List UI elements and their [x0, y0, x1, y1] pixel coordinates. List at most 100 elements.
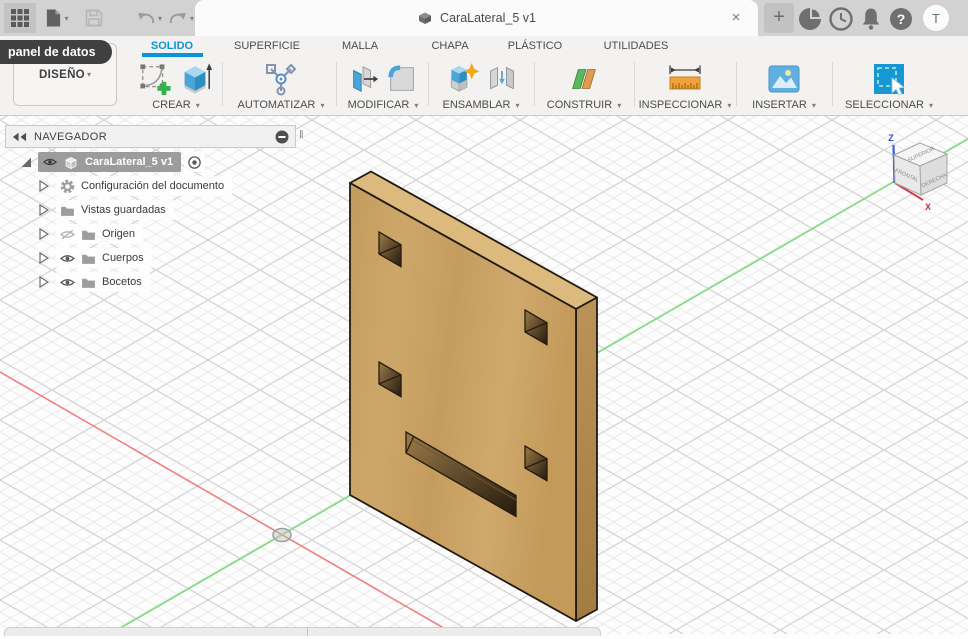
group-automatizar: AUTOMATIZAR ▾ [226, 58, 336, 114]
timeline-bar[interactable] [4, 627, 601, 636]
group-inspeccionar: INSPECCIONAR ▾ [636, 58, 734, 114]
undo-button[interactable]: ▾ [132, 3, 166, 33]
app-grid-button[interactable] [4, 3, 36, 33]
origin-marker[interactable] [272, 527, 292, 543]
collapsed-triangle-icon[interactable] [38, 204, 50, 216]
tab-superficie[interactable]: SUPERFICIE [234, 40, 300, 52]
tree-row-origen[interactable]: Origen [38, 223, 144, 245]
group-separator [534, 62, 535, 106]
seleccionar-dropdown[interactable]: SELECCIONAR ▾ [845, 99, 933, 114]
tree-row-cuerpos[interactable]: Cuerpos [38, 247, 152, 269]
tab-malla[interactable]: MALLA [342, 40, 378, 52]
file-menu-caret-icon: ▾ [64, 13, 69, 23]
tree-item-label[interactable]: Origen [102, 228, 135, 240]
folder-icon [82, 278, 95, 288]
active-tab-underline [142, 53, 203, 57]
visibility-eye-icon[interactable] [60, 253, 75, 264]
insertar-label: INSERTAR [752, 99, 807, 111]
tree-item-label[interactable]: CaraLateral_5 v1 [85, 156, 173, 168]
redo-icon [169, 13, 186, 24]
design-caret-icon: ▾ [86, 70, 91, 79]
tree-row-bocetos[interactable]: Bocetos [38, 271, 150, 293]
collapsed-triangle-icon[interactable] [38, 228, 50, 240]
app-grid-icon [11, 9, 29, 27]
collapsed-triangle-icon[interactable] [38, 252, 50, 264]
collapsed-triangle-icon[interactable] [38, 180, 50, 192]
construir-caret-icon: ▾ [617, 101, 622, 110]
radio-target-icon[interactable] [187, 155, 202, 170]
tree-item-label[interactable]: Bocetos [102, 276, 142, 288]
job-status-clock-icon[interactable] [828, 6, 854, 32]
modificar-dropdown[interactable]: MODIFICAR ▾ [348, 99, 419, 114]
navigator-title: NAVEGADOR [34, 130, 108, 143]
collapsed-triangle-icon[interactable] [38, 276, 50, 288]
automatizar-dropdown[interactable]: AUTOMATIZAR ▾ [238, 99, 325, 114]
redo-caret-icon: ▾ [189, 13, 194, 23]
new-component-icon[interactable] [445, 62, 481, 95]
visibility-off-eye-icon[interactable] [60, 229, 75, 240]
file-icon [47, 9, 61, 27]
save-icon [85, 9, 103, 27]
activate-component-radio[interactable] [184, 152, 206, 172]
automatizar-caret-icon: ▾ [320, 101, 325, 110]
tab-chapa[interactable]: CHAPA [431, 40, 468, 52]
group-seleccionar: SELECCIONAR ▾ [834, 58, 944, 114]
undo-caret-icon: ▾ [157, 13, 162, 23]
visibility-eye-icon[interactable] [43, 157, 57, 167]
insert-image-icon[interactable] [767, 64, 801, 94]
panel-resize-handle[interactable]: ‖ [299, 129, 304, 141]
root-selected-highlight[interactable]: CaraLateral_5 v1 [38, 152, 182, 172]
measure-icon[interactable] [667, 64, 703, 94]
folder-icon [82, 230, 95, 240]
close-tab-icon[interactable]: × [726, 8, 746, 28]
redo-button[interactable]: ▾ [164, 3, 198, 33]
ensamblar-caret-icon: ▾ [515, 101, 520, 110]
tab-plastico[interactable]: PLÁSTICO [508, 40, 562, 52]
group-separator [336, 62, 337, 106]
viewcube-z-label: Z [888, 133, 894, 143]
inspeccionar-label: INSPECCIONAR [638, 99, 723, 111]
timeline-divider [307, 628, 308, 636]
tree-item-label[interactable]: Cuerpos [102, 252, 144, 264]
construct-plane-icon[interactable] [567, 63, 601, 95]
expand-triangle-icon[interactable] [20, 156, 32, 168]
tab-utilidades[interactable]: UTILIDADES [604, 40, 669, 52]
inspeccionar-dropdown[interactable]: INSPECCIONAR ▾ [639, 99, 732, 114]
model-side-face[interactable] [575, 296, 598, 622]
tree-row-root[interactable]: CaraLateral_5 v1 [20, 151, 206, 173]
tree-row-doc-settings[interactable]: Configuración del documento [38, 175, 233, 197]
crear-dropdown[interactable]: CREAR ▾ [152, 99, 200, 114]
user-avatar[interactable]: T [922, 4, 950, 32]
automate-icon[interactable] [264, 62, 298, 96]
folder-icon [61, 206, 74, 216]
extensions-icon[interactable] [797, 6, 823, 32]
extrude-icon[interactable] [177, 62, 213, 95]
panel-minimize-icon[interactable] [275, 130, 289, 144]
tree-item-label[interactable]: Configuración del documento [81, 180, 224, 192]
svg-text:?: ? [897, 11, 906, 27]
save-button[interactable] [82, 3, 106, 33]
construir-dropdown[interactable]: CONSTRUIR ▾ [547, 99, 621, 114]
ensamblar-dropdown[interactable]: ENSAMBLAR ▾ [443, 99, 520, 114]
group-insertar: INSERTAR ▾ [738, 58, 830, 114]
navigator-header[interactable]: NAVEGADOR [5, 125, 296, 148]
new-tab-button[interactable]: + [764, 3, 794, 33]
create-sketch-icon[interactable] [139, 63, 171, 95]
insertar-dropdown[interactable]: INSERTAR ▾ [752, 99, 816, 114]
notifications-bell-icon[interactable] [858, 6, 884, 32]
fillet-icon[interactable] [386, 63, 418, 95]
help-icon[interactable]: ? [888, 6, 914, 32]
tab-solido[interactable]: SOLIDO [151, 40, 193, 52]
joint-icon[interactable] [487, 63, 517, 95]
document-tab[interactable]: CaraLateral_5 v1 × [195, 0, 758, 36]
tree-row-saved-views[interactable]: Vistas guardadas [38, 199, 174, 221]
document-title: CaraLateral_5 v1 [440, 11, 536, 25]
select-icon[interactable] [872, 62, 906, 96]
visibility-eye-icon[interactable] [60, 277, 75, 288]
title-bar: ▾ ▾ ▾ CaraLateral_5 v1 × + ? T [0, 0, 968, 36]
group-separator [634, 62, 635, 106]
file-menu-button[interactable]: ▾ [40, 3, 74, 33]
collapse-panel-icon[interactable] [12, 132, 27, 142]
tree-item-label[interactable]: Vistas guardadas [81, 204, 166, 216]
press-pull-icon[interactable] [348, 63, 380, 95]
